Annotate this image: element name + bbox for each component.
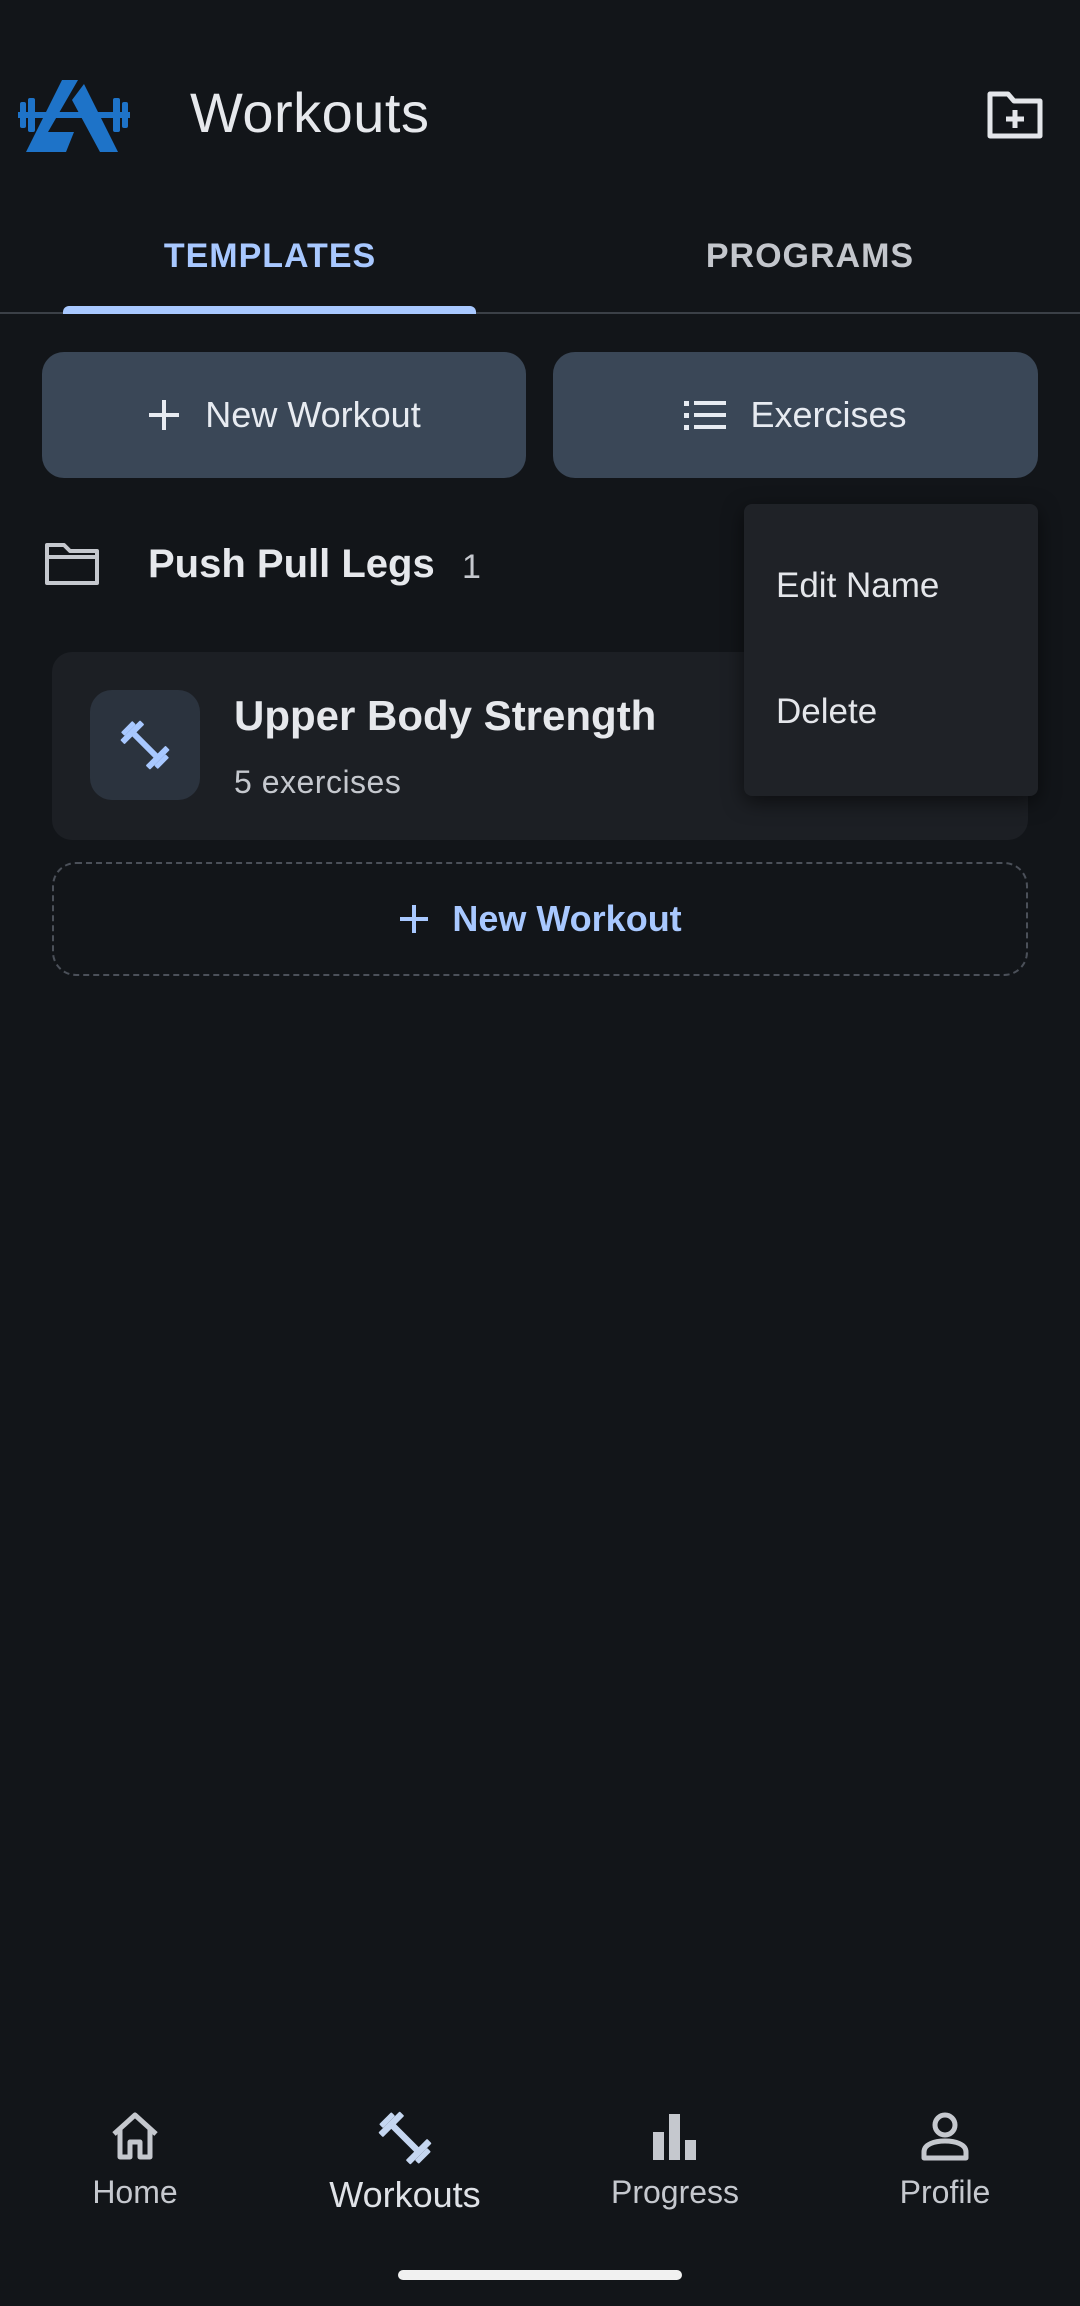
add-workout-to-folder-button[interactable]: New Workout: [52, 862, 1028, 976]
folder-plus-icon: [987, 91, 1043, 139]
dumbbell-icon: [90, 690, 200, 800]
barbell-triangle-logo: [14, 70, 134, 160]
bar-chart-icon: [653, 2114, 696, 2160]
system-home-indicator[interactable]: [398, 2270, 682, 2280]
menu-item-edit-name[interactable]: Edit Name: [776, 566, 939, 606]
new-workout-label: New Workout: [205, 394, 421, 435]
folder-count: 1: [462, 548, 481, 586]
nav-profile-label: Profile: [899, 2174, 991, 2210]
plus-icon: [149, 400, 180, 430]
workout-name: Upper Body Strength: [234, 692, 657, 739]
app-header: Workouts: [0, 0, 1080, 190]
dumbbell-icon: [378, 2111, 432, 2165]
menu-item-delete[interactable]: Delete: [776, 692, 877, 732]
home-icon: [112, 2112, 158, 2160]
workout-exercise-count: 5 exercises: [234, 764, 402, 800]
person-icon: [921, 2112, 969, 2161]
nav-workouts[interactable]: Workouts: [270, 2090, 540, 2230]
nav-progress-label: Progress: [610, 2174, 740, 2210]
tab-templates[interactable]: TEMPLATES: [0, 200, 540, 312]
tab-programs[interactable]: PROGRAMS: [540, 200, 1080, 312]
plus-icon: [400, 905, 429, 933]
nav-home-label: Home: [92, 2174, 178, 2210]
folder-icon: [44, 540, 100, 591]
page-title: Workouts: [190, 81, 430, 144]
folder-options-menu: Edit Name Delete: [744, 504, 1038, 796]
new-workout-button[interactable]: New Workout: [42, 352, 526, 478]
exercises-label: Exercises: [750, 394, 907, 435]
nav-workouts-label: Workouts: [329, 2174, 481, 2215]
nav-profile[interactable]: Profile: [810, 2090, 1080, 2230]
active-tab-indicator: [63, 306, 476, 314]
nav-home[interactable]: Home: [0, 2090, 270, 2230]
add-workout-label: New Workout: [452, 898, 682, 939]
tab-bar: TEMPLATES PROGRAMS: [0, 200, 1080, 314]
exercises-button[interactable]: Exercises: [553, 352, 1038, 478]
nav-progress[interactable]: Progress: [540, 2090, 810, 2230]
list-icon: [684, 401, 727, 430]
folder-name: Push Pull Legs: [148, 542, 435, 586]
new-folder-button[interactable]: [984, 86, 1046, 142]
